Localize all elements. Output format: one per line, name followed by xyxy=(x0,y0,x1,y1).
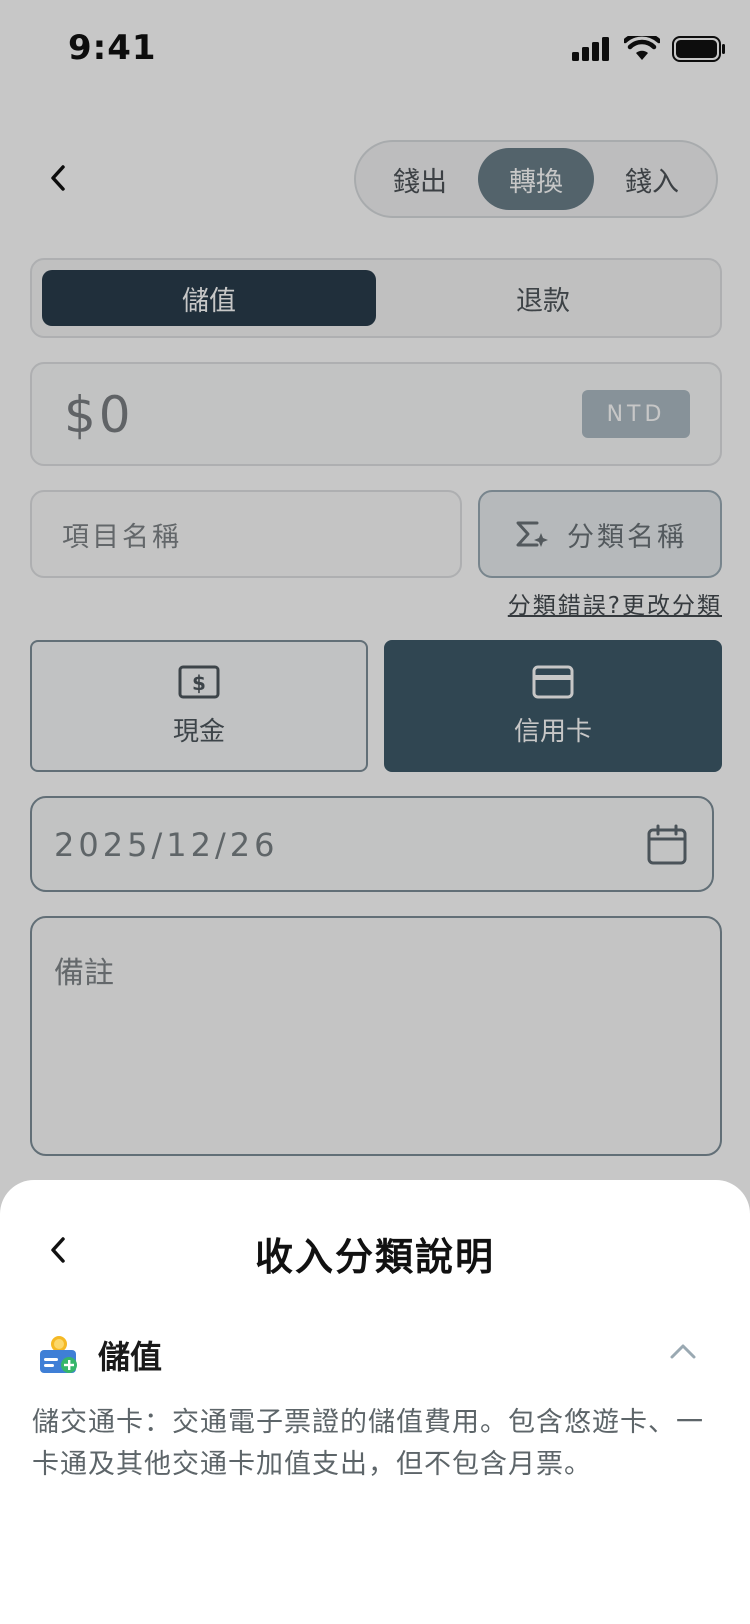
category-title: 儲值 xyxy=(98,1338,163,1376)
category-description: 儲交通卡：交通電子票證的儲值費用。包含悠遊卡、一卡通及其他交通卡加值支出，但不包… xyxy=(32,1407,704,1480)
category-accordion-header[interactable]: 儲值 xyxy=(38,1330,718,1380)
sheet-title: 收入分類說明 xyxy=(254,1235,495,1279)
category-info-sheet: 收入分類說明 儲值 儲交通卡：交通電子票證的儲值費用。包含悠遊卡、一卡通及其他交… xyxy=(0,1180,750,1624)
top-up-card-icon xyxy=(40,1336,77,1373)
chevron-up-icon[interactable] xyxy=(668,1340,698,1362)
